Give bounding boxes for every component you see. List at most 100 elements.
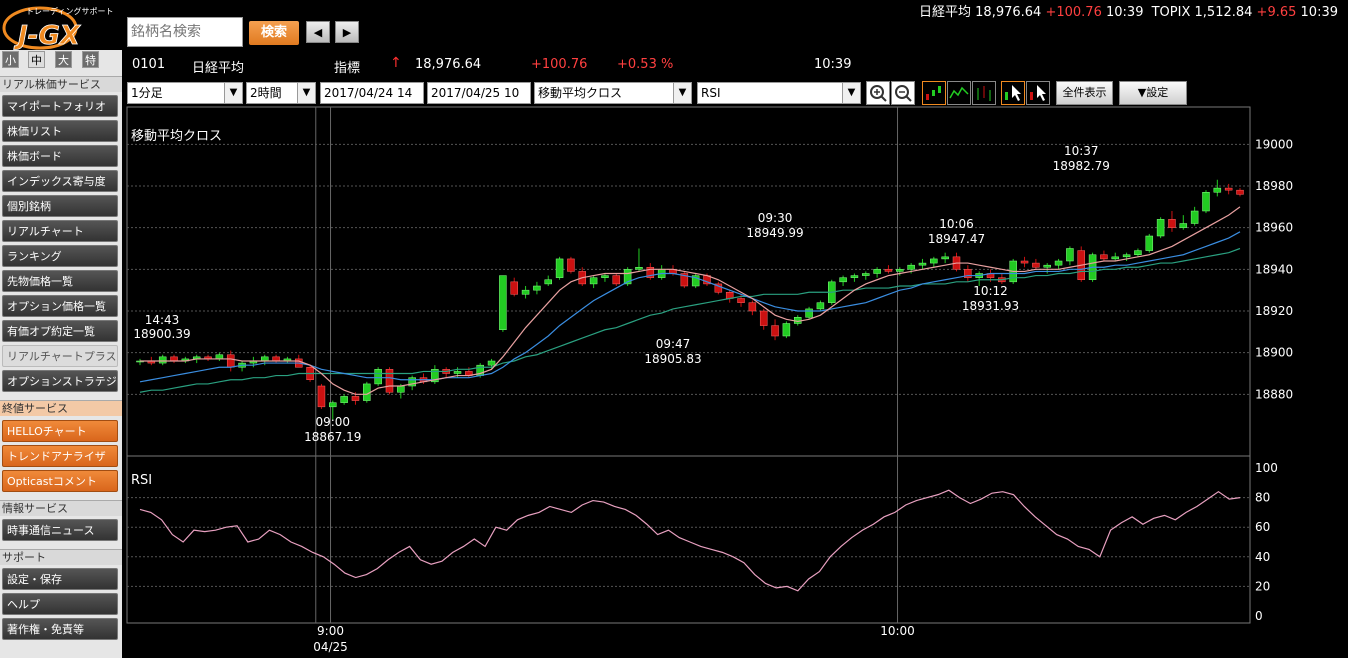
section-support: サポート	[0, 549, 122, 565]
topix-change: +9.65	[1256, 5, 1297, 20]
cursor-icon	[1005, 85, 1021, 101]
quote-code: 0101	[132, 57, 166, 72]
candle	[1236, 189, 1244, 195]
candle	[612, 275, 621, 285]
nav-hello-chart[interactable]: HELLOチャート	[2, 420, 118, 442]
nav-settings-save[interactable]: 設定・保存	[2, 568, 118, 590]
period-value: 2時間	[250, 86, 282, 100]
size-medium-button[interactable]: 中	[28, 51, 45, 68]
quote-time: 10:39	[814, 57, 852, 72]
candle	[226, 354, 235, 368]
candle	[862, 273, 870, 276]
nav-copyright[interactable]: 著作権・免責等	[2, 618, 118, 640]
nav-individual-stock[interactable]: 個別銘柄	[2, 195, 118, 217]
candle	[521, 289, 530, 295]
candle	[544, 279, 552, 285]
search-button[interactable]: 検索	[249, 21, 299, 45]
quote-kind: 指標	[334, 61, 361, 76]
chart-area[interactable]: 移動平均クロス RSI 19000 18980 18960 18940 18920 189…	[122, 106, 1348, 658]
full-view-button[interactable]: 全件表示	[1056, 81, 1113, 105]
indicator2-select[interactable]: RSI ▼	[697, 82, 861, 104]
market-ticker: 日経平均 18,976.64 +100.76 10:39 TOPIX 1,512…	[919, 1, 1338, 20]
price-tick-label: 18940	[1255, 262, 1293, 276]
settings-button[interactable]: ▼設定	[1119, 81, 1187, 105]
annotation-value: 18947.47	[928, 232, 985, 246]
candle	[759, 310, 768, 326]
nav-options-trades[interactable]: 有価オプ約定一覧	[2, 320, 118, 342]
nav-real-chart[interactable]: リアルチャート	[2, 220, 118, 242]
crosshair-tool-button[interactable]	[1026, 81, 1050, 105]
nav-option-strategy[interactable]: オプションストラテジ	[2, 370, 118, 392]
nav-real-chart-plus[interactable]: リアルチャートプラス	[2, 345, 118, 367]
logo[interactable]: トレーディングサポート J-GX	[0, 0, 122, 51]
prev-button[interactable]: ◀	[306, 21, 330, 43]
main-chart-title: 移動平均クロス	[131, 129, 222, 144]
rsi-tick-label: 40	[1255, 550, 1270, 564]
candle	[1168, 219, 1176, 228]
nikkei-time: 10:39	[1106, 5, 1144, 20]
rsi-tick-label: 60	[1255, 520, 1270, 534]
interval-select[interactable]: 1分足 ▼	[127, 82, 243, 104]
candle	[782, 323, 791, 337]
quote-price: 18,976.64	[415, 57, 482, 72]
candle	[1202, 192, 1210, 212]
nav-jiji-news[interactable]: 時事通信ニュース	[2, 519, 118, 541]
section-realtime: リアル株価サービス	[0, 76, 122, 92]
candle	[1111, 256, 1120, 260]
time-tick-label: 10:00	[880, 624, 915, 638]
candle	[907, 264, 915, 270]
next-button[interactable]: ▶	[335, 21, 359, 43]
annotation-value: 18867.19	[304, 430, 361, 444]
cursor-tool-button[interactable]	[1001, 81, 1025, 105]
line-chart-button[interactable]	[947, 81, 971, 105]
nav-help[interactable]: ヘルプ	[2, 593, 118, 615]
candle	[260, 356, 269, 362]
candle	[805, 308, 813, 318]
chevron-down-icon: ▼	[297, 83, 315, 103]
nikkei-change: +100.76	[1045, 5, 1102, 20]
zoom-in-button[interactable]	[866, 81, 890, 105]
rsi-axis: 100 80 60 40 20 0	[1255, 461, 1278, 623]
nav-options-list[interactable]: オプション価格一覧	[2, 295, 118, 317]
nav-opticast-comment[interactable]: Opticastコメント	[2, 470, 118, 492]
nav-ranking[interactable]: ランキング	[2, 245, 118, 267]
bar-chart-button[interactable]	[972, 81, 996, 105]
candle	[385, 369, 394, 393]
to-date-value: 2017/04/25 10	[431, 86, 520, 100]
period-select[interactable]: 2時間 ▼	[246, 82, 316, 104]
rsi-tick-label: 20	[1255, 579, 1270, 593]
candle-chart-button[interactable]	[922, 81, 946, 105]
candle	[363, 383, 371, 401]
size-large-button[interactable]: 大	[55, 51, 72, 68]
topix-label: TOPIX	[1151, 5, 1191, 20]
search-input[interactable]	[127, 17, 243, 47]
from-date-field[interactable]: 2017/04/24 14	[320, 82, 424, 104]
candle	[1066, 248, 1074, 262]
indicator1-value: 移動平均クロス	[538, 86, 623, 100]
candle	[317, 385, 326, 408]
indicator1-select[interactable]: 移動平均クロス ▼	[534, 82, 692, 104]
zoom-out-button[interactable]	[891, 81, 915, 105]
candle	[930, 258, 938, 264]
up-arrow-icon: ↑	[390, 55, 402, 71]
time-tick-label: 9:00	[317, 624, 344, 638]
nav-stock-board[interactable]: 株価ボード	[2, 145, 118, 167]
candle	[1020, 260, 1029, 264]
quote-change: +100.76	[531, 57, 588, 72]
annotation-time: 09:30	[758, 211, 793, 225]
candlestick-icon	[926, 86, 941, 100]
candle	[589, 277, 598, 285]
rsi-tick-label: 80	[1255, 491, 1270, 505]
candle	[374, 369, 382, 385]
annotation-value: 18949.99	[746, 226, 803, 240]
size-xlarge-button[interactable]: 特	[82, 51, 99, 68]
nav-index-contribution[interactable]: インデックス寄与度	[2, 170, 118, 192]
to-date-field[interactable]: 2017/04/25 10	[427, 82, 531, 104]
candle	[533, 285, 541, 291]
nav-stock-list[interactable]: 株価リスト	[2, 120, 118, 142]
time-axis: 9:00 10:00 04/25	[313, 624, 915, 654]
nav-my-portfolio[interactable]: マイポートフォリオ	[2, 95, 118, 117]
nav-trend-analyzer[interactable]: トレンドアナライザ	[2, 445, 118, 467]
nav-futures-list[interactable]: 先物価格一覧	[2, 270, 118, 292]
size-small-button[interactable]: 小	[2, 51, 19, 68]
